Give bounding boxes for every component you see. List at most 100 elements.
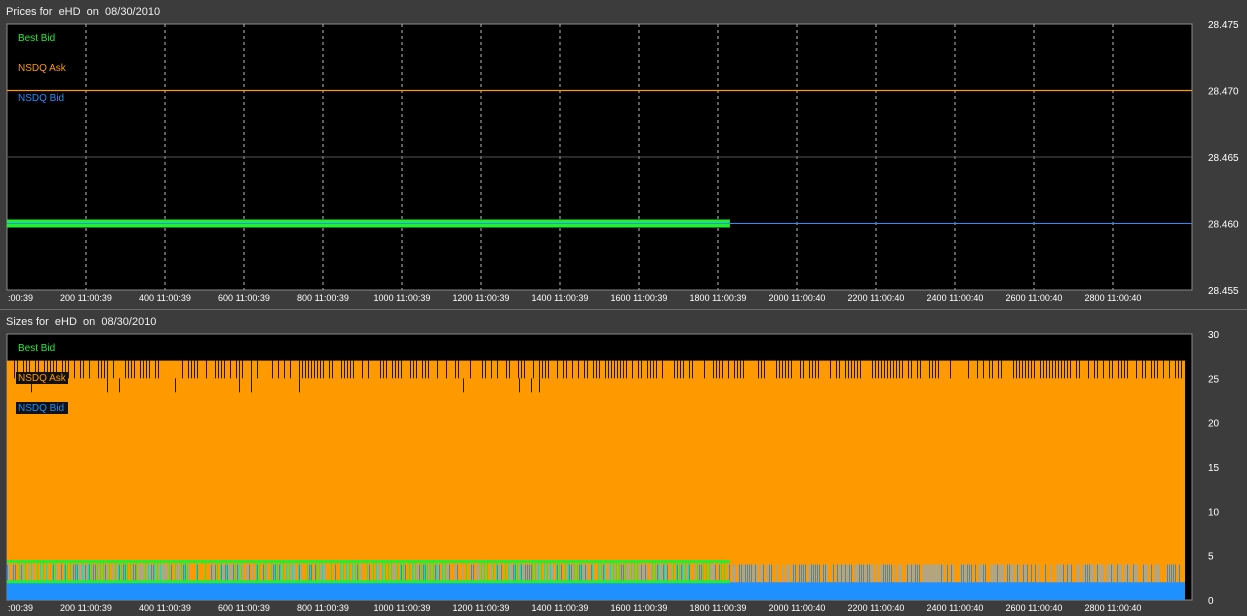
best-bid-mark [52,560,53,583]
bid-mark [1017,564,1018,583]
ask-gap-mark [803,360,804,379]
ask-gap-mark [506,360,507,379]
area-nsdq-ask [7,360,1185,600]
ask-gap-mark [182,360,183,379]
best-bid-mark [598,560,599,583]
ask-gap-mark [470,360,471,379]
x-tick-label: 2600 11:00:40 [1006,603,1063,613]
ask-gap-mark [353,360,354,379]
bid-mark [107,564,108,583]
bid-mark [743,564,744,583]
ask-gap-mark [1025,360,1026,379]
bid-mark [645,564,646,583]
bid-mark [1145,564,1146,583]
ask-gap-mark [1169,360,1170,379]
bid-mark [567,564,568,583]
best-bid-mark [412,560,413,583]
best-bid-mark [220,560,221,583]
bid-mark [931,564,932,583]
ask-gap-mark [611,360,612,379]
bid-mark [379,564,380,583]
ask-gap-mark [587,360,588,379]
bid-mark [733,564,734,583]
bid-mark [87,564,88,583]
bid-mark [919,564,920,583]
best-bid-mark [532,560,533,583]
bid-mark [995,564,996,583]
best-bid-mark [340,560,341,583]
bid-mark [795,564,796,583]
legend-entry: NSDQ Ask [18,373,67,384]
prices-chart[interactable]: 28.455 28.460 28.465 28.470 28.475:00:39 200 … [0,0,1247,306]
bid-mark [939,564,940,583]
bid-mark [549,564,550,583]
best-bid-mark [70,560,71,583]
bid-mark [927,564,928,583]
bid-mark [799,564,800,583]
ask-gap-mark [545,360,546,379]
bid-mark [1133,564,1134,583]
best-bid-mark [280,560,281,583]
best-bid-mark [382,560,383,583]
bid-mark [299,564,300,583]
best-bid-mark [574,560,575,583]
bid-mark [521,564,522,583]
ask-gap-mark [455,360,456,379]
best-bid-mark [601,560,602,583]
bid-mark [581,564,582,583]
ask-gap-mark [302,360,303,379]
bid-mark [1137,564,1138,583]
bid-mark [95,564,96,583]
sizes-chart[interactable]: 0 5 10 15 20 25 30:00:39 200 11:00:39 400 11:00:… [0,310,1247,616]
best-bid-mark [397,560,398,583]
legend-entry: Best Bid [18,343,55,354]
ask-gap-mark [386,360,387,379]
ask-gap-mark [278,360,279,379]
ask-gap-mark [1043,360,1044,379]
bid-mark [941,564,942,583]
ask-drop-mark [519,378,520,393]
best-bid-mark [283,560,284,583]
ask-gap-mark [617,360,618,379]
ask-gap-mark [1181,360,1182,379]
ask-gap-mark [230,360,231,379]
bid-mark [1085,564,1086,583]
bid-mark [1169,564,1170,583]
best-bid-mark [685,560,686,583]
x-tick-label: 2800 11:00:40 [1085,293,1142,303]
bid-mark [1173,564,1174,583]
bid-mark [249,564,250,583]
bid-mark [741,564,742,583]
best-bid-mark [430,560,431,583]
bid-mark [183,564,184,583]
bid-mark [847,564,848,583]
bid-mark [1025,564,1026,583]
bid-mark [309,564,310,583]
ask-gap-mark [647,360,648,379]
ask-gap-mark [1046,360,1047,379]
ask-gap-mark [158,360,159,379]
bid-mark [125,564,126,583]
bid-mark [99,564,100,583]
ask-gap-mark [422,360,423,379]
bid-mark [133,564,134,583]
bid-mark [899,564,900,583]
ask-gap-mark [1175,360,1176,379]
bid-mark [525,564,526,583]
bid-mark [825,564,826,583]
bid-mark [439,564,440,583]
best-bid-mark [487,560,488,583]
ask-gap-mark [344,360,345,379]
bid-mark [695,564,696,583]
bid-mark [401,564,402,583]
bid-mark [1103,564,1104,583]
bid-mark [629,564,630,583]
bid-mark [929,564,930,583]
x-tick-label: 600 11:00:39 [218,293,270,303]
ask-gap-mark [578,360,579,379]
best-bid-mark [175,560,176,583]
best-bid-mark [349,560,350,583]
bid-mark [667,564,668,583]
best-bid-mark [259,560,260,583]
ask-gap-mark [1031,360,1032,379]
